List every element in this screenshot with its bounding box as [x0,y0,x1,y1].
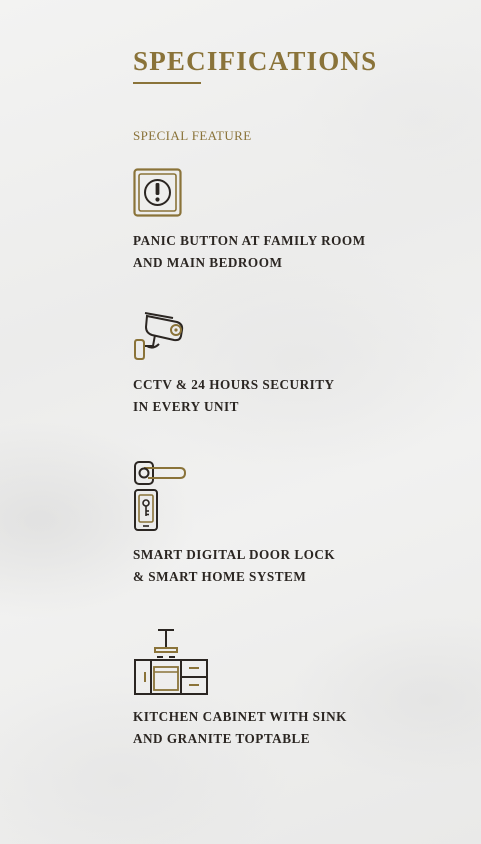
section-subtitle: SPECIAL FEATURE [133,128,252,143]
feature-line: AND GRANITE TOPTABLE [133,731,311,746]
feature-cctv [133,310,189,362]
kitchen-cabinet-icon [133,628,209,698]
feature-kitchen-cabinet-text: KITCHEN CABINET WITH SINK AND GRANITE TO… [133,706,347,750]
title-underline [133,82,201,84]
feature-kitchen-cabinet [133,628,209,698]
feature-line: PANIC BUTTON AT FAMILY ROOM [133,233,366,248]
feature-panic-button-text: PANIC BUTTON AT FAMILY ROOM AND MAIN BED… [133,230,366,274]
feature-panic-button [133,168,183,218]
feature-line: SMART DIGITAL DOOR LOCK [133,547,336,562]
feature-line: KITCHEN CABINET WITH SINK [133,709,347,724]
cctv-camera-icon [133,310,189,362]
smart-door-lock-icon [133,460,189,534]
feature-smart-door-lock [133,460,189,534]
feature-line: IN EVERY UNIT [133,399,239,414]
feature-cctv-text: CCTV & 24 HOURS SECURITY IN EVERY UNIT [133,374,335,418]
feature-smart-door-lock-text: SMART DIGITAL DOOR LOCK & SMART HOME SYS… [133,544,335,588]
feature-line: & SMART HOME SYSTEM [133,569,307,584]
specifications-page: SPECIFICATIONS SPECIAL FEATURE PANIC BUT… [0,0,481,844]
feature-line: AND MAIN BEDROOM [133,255,283,270]
feature-line: CCTV & 24 HOURS SECURITY [133,377,335,392]
page-title: SPECIFICATIONS [133,46,378,76]
panic-button-icon [133,168,183,218]
